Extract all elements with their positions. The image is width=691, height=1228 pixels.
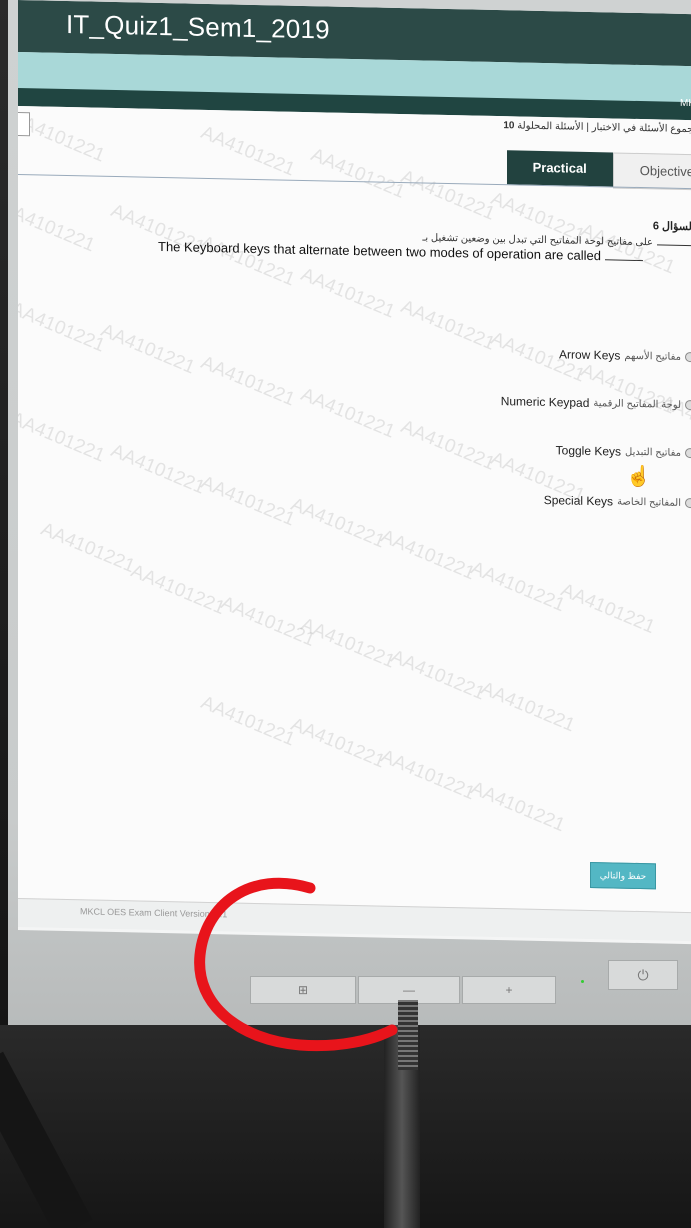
- option-toggle-keys[interactable]: Toggle Keys مفاتيح التبديل: [556, 443, 691, 460]
- option-label-ar: مفاتيح التبديل: [625, 446, 681, 459]
- option-label-en: Special Keys: [543, 493, 614, 509]
- monitor-menu-button[interactable]: ⊞: [250, 976, 356, 1004]
- option-label-en: Arrow Keys: [559, 347, 621, 363]
- option-label-ar: المفاتيح الخاصة: [617, 496, 681, 509]
- watermark-text: AA4101221: [18, 408, 108, 467]
- left-panel-toggle[interactable]: [18, 111, 30, 137]
- solved-count: 10: [503, 120, 515, 132]
- desk-surface: [0, 1025, 691, 1228]
- watermark-text: AA4101221: [97, 320, 198, 379]
- watermark-text: AA4101221: [197, 692, 298, 751]
- watermark-text: AA4101221: [307, 144, 408, 203]
- monitor-bezel: IT_Quiz1_Sem1_2019 MK AA4101221 AA4101221…: [8, 0, 691, 1025]
- window-title: IT_Quiz1_Sem1_2019: [66, 9, 330, 45]
- radio-button[interactable]: [685, 497, 691, 509]
- option-label-en: Numeric Keypad: [500, 394, 590, 410]
- watermark-text: AA4101221: [18, 197, 98, 257]
- power-led: [581, 980, 584, 983]
- option-special-keys[interactable]: Special Keys المفاتيح الخاصة: [544, 493, 691, 510]
- client-version: MKCL OES Exam Client Version: 1.1: [80, 906, 228, 920]
- photo-frame: IT_Quiz1_Sem1_2019 MK AA4101221 AA4101221…: [0, 0, 691, 1228]
- cable-connector: [398, 1000, 418, 1070]
- watermark-text: AA4101221: [397, 296, 498, 355]
- watermark-text: AA4101221: [127, 560, 228, 620]
- exam-content: AA4101221 AA4101221 AA4101221 AA4101221 AA41…: [18, 106, 691, 942]
- watermark-text: AA4101221: [197, 122, 298, 181]
- option-numeric-keypad[interactable]: Numeric Keypad لوحة المفاتيح الرقمية: [501, 394, 691, 412]
- watermark-text: AA4101221: [197, 472, 298, 531]
- radio-button[interactable]: [685, 351, 691, 363]
- question-count-label: مجموع الأسئلة في الاختبار | الأسئلة المح…: [517, 120, 691, 136]
- watermark-text: AA4101221: [287, 714, 388, 773]
- radio-button[interactable]: [685, 399, 691, 411]
- exam-footer: MKCL OES Exam Client Version: 1.1: [18, 898, 691, 942]
- watermark-text: AA4101221: [297, 384, 398, 443]
- watermark-text: AA4101221: [397, 166, 498, 225]
- monitor-screen: IT_Quiz1_Sem1_2019 MK AA4101221 AA4101221…: [18, 0, 691, 945]
- question-number: السؤال 6: [652, 220, 691, 234]
- radio-button[interactable]: [685, 447, 691, 459]
- monitor-plus-button[interactable]: +: [462, 976, 556, 1004]
- watermark-text: AA4101221: [397, 416, 498, 475]
- watermark-text: AA4101221: [18, 108, 108, 167]
- save-next-button[interactable]: حفظ والتالي: [590, 861, 656, 890]
- watermark-text: AA4101221: [107, 440, 208, 499]
- watermark-text: AA4101221: [377, 745, 478, 805]
- watermark-text: AA4101221: [477, 677, 578, 737]
- watermark-text: AA4101221: [467, 557, 568, 617]
- watermark-text: AA4101221: [197, 352, 298, 411]
- option-label-ar: مفاتيح الأسهم: [624, 350, 681, 363]
- question-count-info: 10 مجموع الأسئلة في الاختبار | الأسئلة ا…: [503, 120, 691, 135]
- watermark-text: AA4101221: [377, 525, 478, 585]
- brand-logo: MK: [680, 97, 691, 110]
- watermark-text: AA4101221: [297, 614, 398, 673]
- watermark-text: AA4101221: [287, 494, 388, 553]
- watermark-text: AA4101221: [387, 646, 488, 705]
- watermark-text: AA4101221: [18, 298, 108, 357]
- option-arrow-keys[interactable]: Arrow Keys مفاتيح الأسهم: [559, 347, 691, 364]
- tab-practical[interactable]: Practical: [506, 150, 613, 187]
- answer-blank: [657, 244, 691, 247]
- watermark-text: AA4101221: [37, 518, 138, 578]
- option-label-en: Toggle Keys: [555, 443, 622, 459]
- watermark-text: AA4101221: [217, 592, 318, 651]
- option-label-ar: لوحة المفاتيح الرقمية: [593, 397, 681, 411]
- hand-cursor-icon: ☝: [626, 465, 651, 489]
- tab-objective[interactable]: Objective: [612, 152, 691, 191]
- watermark-text: AA4101221: [557, 579, 658, 639]
- watermark-text: AA4101221: [467, 777, 568, 837]
- watermark-text: AA4101221: [297, 264, 398, 323]
- power-button-icon[interactable]: ⏻: [608, 960, 678, 990]
- answer-blank-en: [605, 259, 643, 262]
